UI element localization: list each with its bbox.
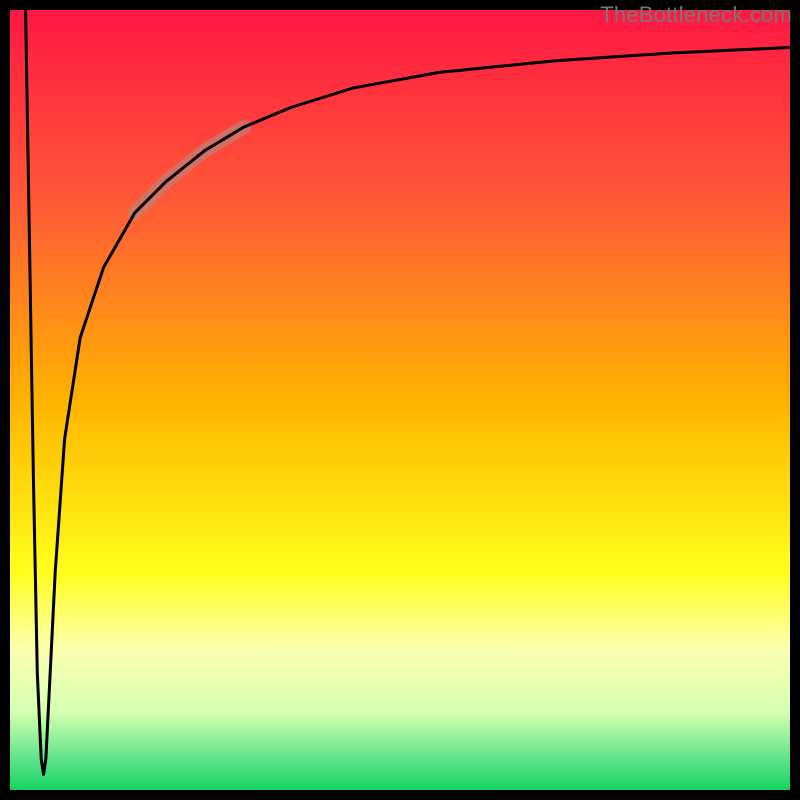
chart-canvas [0,0,800,800]
bottleneck-chart: TheBottleneck.com [0,0,800,800]
chart-background [10,10,790,790]
